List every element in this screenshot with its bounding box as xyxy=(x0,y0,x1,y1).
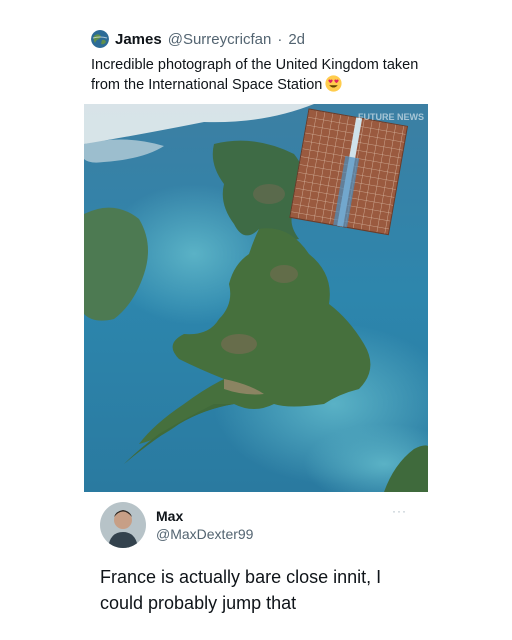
more-options-icon[interactable]: ··· xyxy=(392,504,407,518)
tweet-image[interactable]: FUTURE NEWS xyxy=(84,104,428,492)
reply-author-handle[interactable]: @MaxDexter99 xyxy=(156,526,253,542)
reply-avatar[interactable] xyxy=(100,502,146,548)
avatar[interactable] xyxy=(91,30,109,48)
separator-dot: · xyxy=(277,30,283,48)
author-name[interactable]: James xyxy=(115,31,162,48)
image-watermark: FUTURE NEWS xyxy=(358,112,424,122)
heart-eyes-emoji-icon xyxy=(325,75,342,98)
earth-avatar-icon xyxy=(91,30,109,48)
person-avatar-icon xyxy=(100,502,146,548)
reply-text: France is actually bare close innit, I c… xyxy=(100,567,382,613)
tweet-age[interactable]: 2d xyxy=(288,31,305,48)
reply-author-name[interactable]: Max xyxy=(156,508,183,524)
tweet-text: Incredible photograph of the United King… xyxy=(91,55,421,98)
tweet-text-body: Incredible photograph of the United King… xyxy=(91,57,419,93)
uk-from-iss-photo xyxy=(84,104,428,492)
author-handle[interactable]: @Surreycricfan xyxy=(168,31,272,48)
tweet-header: James @Surreycricfan · 2d xyxy=(91,30,305,48)
